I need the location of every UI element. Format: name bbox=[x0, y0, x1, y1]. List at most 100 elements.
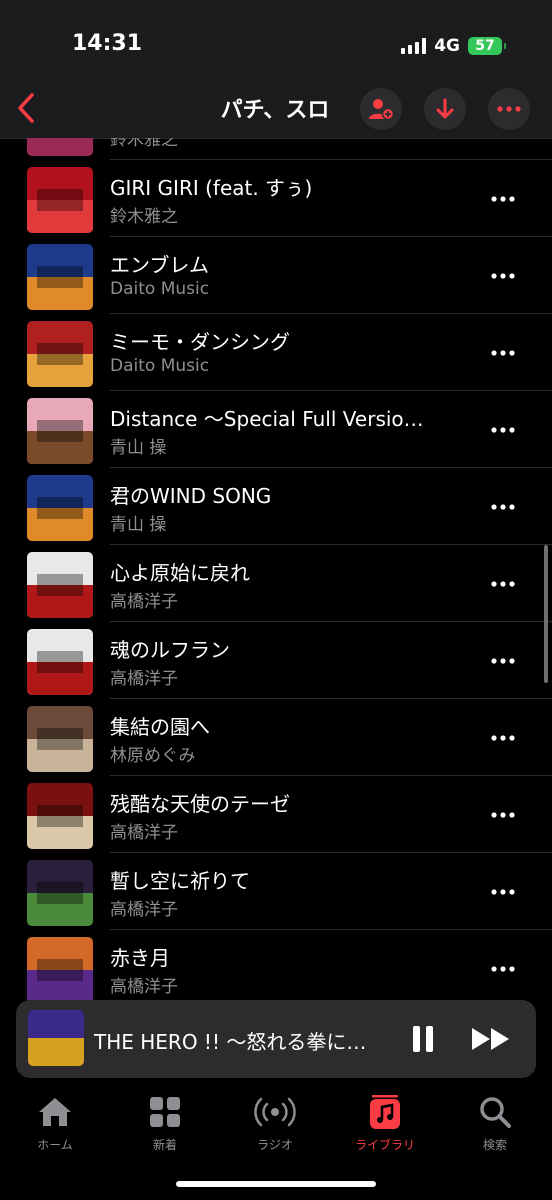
album-art-image bbox=[27, 398, 93, 464]
track-more-button[interactable] bbox=[486, 569, 520, 599]
track-more-button[interactable] bbox=[486, 877, 520, 907]
tab-home[interactable]: ホーム bbox=[0, 1092, 110, 1153]
album-art-image bbox=[27, 860, 93, 926]
now-playing-art bbox=[28, 1010, 84, 1066]
track-row[interactable]: 心よ原始に戻れ 高橋洋子 bbox=[0, 545, 552, 622]
track-row[interactable]: 魂のルフラン 高橋洋子 bbox=[0, 622, 552, 699]
album-art-image bbox=[27, 244, 93, 310]
radio-icon bbox=[254, 1097, 296, 1127]
album-art bbox=[27, 783, 93, 849]
album-art bbox=[27, 398, 93, 464]
tab-radio[interactable]: ラジオ bbox=[220, 1092, 330, 1153]
track-artist: 鈴木雅之 bbox=[110, 138, 178, 150]
track-title: 暫し空に祈りて bbox=[110, 869, 250, 893]
status-indicators: 4G 57 bbox=[401, 36, 506, 56]
album-art-image bbox=[27, 321, 93, 387]
track-more-button[interactable] bbox=[486, 492, 520, 522]
track-row[interactable]: ミーモ・ダンシング Daito Music bbox=[0, 314, 552, 391]
home-icon bbox=[39, 1098, 71, 1126]
track-row[interactable]: Distance ～Special Full Versio… 青山 操 bbox=[0, 391, 552, 468]
download-button[interactable] bbox=[424, 88, 466, 130]
tab-label: 検索 bbox=[482, 1138, 507, 1152]
next-track-button[interactable] bbox=[468, 1022, 514, 1056]
track-artist: Daito Music bbox=[110, 356, 210, 376]
ellipsis-icon bbox=[491, 889, 515, 895]
track-title: 魂のルフラン bbox=[110, 638, 230, 662]
album-art bbox=[27, 629, 93, 695]
track-artist: 鈴木雅之 bbox=[110, 207, 178, 227]
track-artist: 高橋洋子 bbox=[110, 823, 178, 843]
ellipsis-icon bbox=[491, 812, 515, 818]
tab-search[interactable]: 検索 bbox=[440, 1092, 550, 1153]
album-art bbox=[27, 167, 93, 233]
track-more-button[interactable] bbox=[486, 184, 520, 214]
ellipsis-icon bbox=[491, 504, 515, 510]
album-art bbox=[27, 244, 93, 310]
track-title: Distance ～Special Full Versio… bbox=[110, 407, 424, 431]
ellipsis-icon bbox=[497, 106, 521, 112]
battery-icon: 57 bbox=[468, 37, 506, 55]
tab-label: ホーム bbox=[37, 1138, 73, 1152]
home-indicator bbox=[176, 1181, 376, 1187]
track-more-button[interactable] bbox=[486, 723, 520, 753]
album-art bbox=[27, 321, 93, 387]
track-row[interactable]: 鈴木雅之 bbox=[0, 138, 552, 160]
track-more-button[interactable] bbox=[486, 954, 520, 984]
tab-label: 新着 bbox=[152, 1138, 177, 1152]
more-options-button[interactable] bbox=[488, 88, 530, 130]
track-title: 君のWIND SONG bbox=[110, 484, 272, 508]
track-row[interactable]: 君のWIND SONG 青山 操 bbox=[0, 468, 552, 545]
track-title: エンブレム bbox=[110, 253, 209, 277]
ellipsis-icon bbox=[491, 273, 515, 279]
album-art-image bbox=[27, 937, 93, 1000]
arrow-down-icon bbox=[436, 98, 454, 119]
track-row[interactable]: 赤き月 高橋洋子 bbox=[0, 930, 552, 1000]
track-artist: 高橋洋子 bbox=[110, 977, 178, 997]
album-art bbox=[27, 475, 93, 541]
album-art bbox=[27, 706, 93, 772]
track-row[interactable]: エンブレム Daito Music bbox=[0, 237, 552, 314]
list-scrollbar[interactable] bbox=[544, 545, 548, 683]
track-title: 残酷な天使のテーゼ bbox=[110, 792, 290, 816]
navigation-bar: パチ、スロ bbox=[0, 80, 552, 139]
track-artist: 青山 操 bbox=[110, 515, 167, 535]
track-title: 赤き月 bbox=[110, 946, 170, 970]
track-row[interactable]: 集結の園へ 林原めぐみ bbox=[0, 699, 552, 776]
track-title: 集結の園へ bbox=[110, 715, 210, 739]
track-row[interactable]: 残酷な天使のテーゼ 高橋洋子 bbox=[0, 776, 552, 853]
album-art-image bbox=[27, 475, 93, 541]
ellipsis-icon bbox=[491, 581, 515, 587]
person-add-icon bbox=[369, 99, 394, 121]
track-more-button[interactable] bbox=[486, 415, 520, 445]
pause-icon bbox=[413, 1026, 433, 1052]
track-artist: 高橋洋子 bbox=[110, 669, 178, 689]
track-more-button[interactable] bbox=[486, 261, 520, 291]
track-title: GIRI GIRI (feat. すぅ) bbox=[110, 176, 313, 200]
track-artist: 高橋洋子 bbox=[110, 592, 178, 612]
track-more-button[interactable] bbox=[486, 338, 520, 368]
tab-library[interactable]: ライブラリ bbox=[330, 1092, 440, 1153]
track-title: 心よ原始に戻れ bbox=[110, 561, 250, 585]
ellipsis-icon bbox=[491, 658, 515, 664]
now-playing-title: THE HERO !! ～怒れる拳に… bbox=[94, 1030, 367, 1054]
back-button[interactable] bbox=[8, 86, 44, 130]
track-artist: Daito Music bbox=[110, 279, 210, 299]
network-type: 4G bbox=[434, 36, 460, 56]
album-art-image bbox=[27, 706, 93, 772]
tab-new[interactable]: 新着 bbox=[110, 1092, 220, 1153]
cellular-signal-icon bbox=[401, 38, 427, 54]
track-row[interactable]: 暫し空に祈りて 高橋洋子 bbox=[0, 853, 552, 930]
ellipsis-icon bbox=[491, 427, 515, 433]
track-row[interactable]: GIRI GIRI (feat. すぅ) 鈴木雅之 bbox=[0, 160, 552, 237]
album-art bbox=[27, 937, 93, 1000]
track-more-button[interactable] bbox=[486, 800, 520, 830]
album-art-image bbox=[27, 167, 93, 233]
mini-player[interactable]: THE HERO !! ～怒れる拳に… bbox=[16, 1000, 536, 1078]
album-art-image bbox=[27, 783, 93, 849]
forward-icon bbox=[472, 1028, 509, 1050]
add-collaborator-button[interactable] bbox=[360, 88, 402, 130]
track-list: 鈴木雅之 GIRI GIRI (feat. すぅ) 鈴木雅之 エンブレム Dai… bbox=[0, 138, 552, 1000]
track-more-button[interactable] bbox=[486, 646, 520, 676]
ellipsis-icon bbox=[491, 735, 515, 741]
pause-button[interactable] bbox=[406, 1022, 440, 1056]
